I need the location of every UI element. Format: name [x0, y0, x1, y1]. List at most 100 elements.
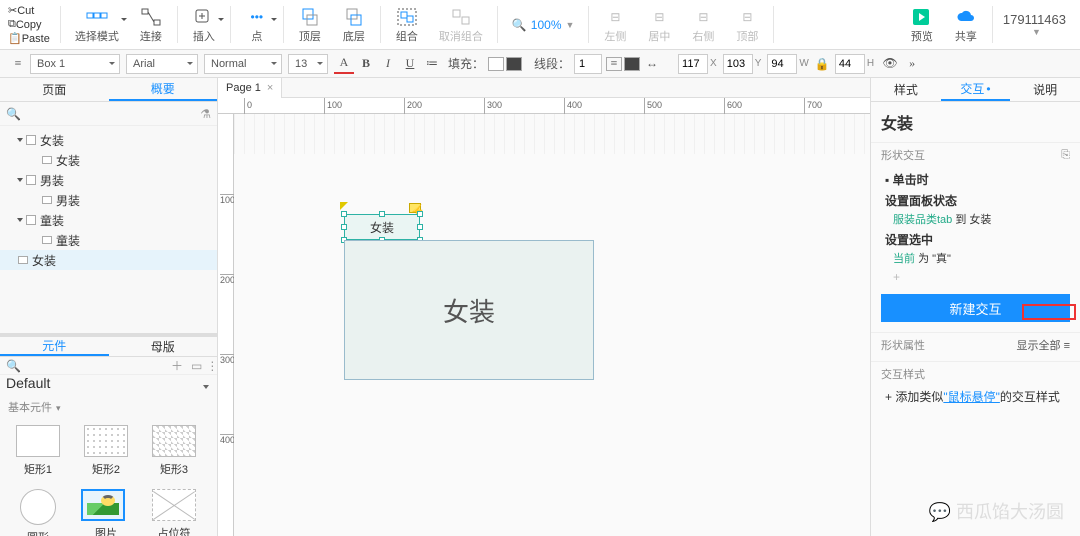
underline-icon[interactable]: U: [400, 54, 420, 74]
account[interactable]: 179111463▼: [997, 0, 1072, 49]
bullets-icon[interactable]: ≔: [422, 54, 442, 74]
tree-item-parent[interactable]: 女装: [0, 130, 217, 150]
connect-icon: [140, 7, 162, 27]
lib-dropdown[interactable]: Default: [0, 375, 217, 391]
tab-masters[interactable]: 母版: [109, 337, 218, 356]
filter-icon[interactable]: ⚗: [200, 107, 211, 121]
tree-item-parent[interactable]: 童装: [0, 210, 217, 230]
tree-item-child[interactable]: 童装: [0, 230, 217, 250]
line-style-icon[interactable]: ≡: [606, 57, 622, 71]
pos-y-input[interactable]: [723, 54, 753, 74]
copy-cmd[interactable]: ⧉ Copy: [8, 18, 50, 32]
preview[interactable]: 预览: [900, 0, 944, 49]
arrow-icon[interactable]: ↔: [642, 54, 662, 74]
widget-rect1[interactable]: 矩形1: [6, 425, 70, 477]
dynamic-panel[interactable]: 女装: [344, 240, 594, 380]
new-interaction-button[interactable]: 新建交互: [881, 294, 1070, 322]
bold-icon[interactable]: B: [356, 54, 376, 74]
size-w-input[interactable]: [767, 54, 797, 74]
widgets-search-input[interactable]: [25, 360, 167, 372]
style-drop-icon[interactable]: ≡: [8, 54, 28, 74]
canvas-body[interactable]: ⚡ 女装 女装: [234, 114, 870, 536]
ungroup[interactable]: 取消组合: [429, 0, 493, 49]
line-color-icon[interactable]: [624, 57, 640, 71]
page-tab[interactable]: Page 1×: [218, 78, 282, 98]
tab-widgets[interactable]: 元件: [0, 337, 109, 356]
align-top-icon: ⊟: [735, 6, 759, 28]
outline-search-input[interactable]: [25, 108, 200, 120]
event-name: ▪ 单击时: [885, 171, 1070, 188]
style-toolbar: ≡ Box 1 Arial Normal 13 A B I U ≔ 填充： 线段…: [0, 50, 1080, 78]
send-back[interactable]: 底层: [332, 0, 376, 49]
widget-image[interactable]: 图片: [74, 489, 138, 536]
ungroup-icon: [450, 7, 472, 27]
font-color-icon[interactable]: A: [334, 54, 354, 74]
tab-notes[interactable]: 说明: [1010, 78, 1080, 101]
fill-swatch[interactable]: [488, 57, 504, 71]
lib-menu-icon[interactable]: ⋮: [206, 359, 217, 373]
widget-category[interactable]: 基本元件: [0, 395, 217, 419]
zoom[interactable]: 🔍100%▼: [502, 0, 585, 49]
front-icon: [299, 7, 321, 27]
tree-item-child[interactable]: 男装: [0, 190, 217, 210]
tree-item-selected[interactable]: 女装: [0, 250, 217, 270]
align-center-icon: ⊟: [647, 6, 671, 28]
align-center[interactable]: ⊟居中: [637, 0, 681, 49]
widget-grid: 矩形1 矩形2 矩形3 圆形 图片 占位符: [0, 419, 217, 536]
line-width-input[interactable]: [574, 54, 602, 74]
visibility-icon[interactable]: 👁: [880, 54, 900, 74]
fill-color[interactable]: [506, 57, 522, 71]
canvas-area: Page 1× 0 100 200 300 400 500 600 700 10…: [218, 78, 870, 536]
dot[interactable]: •••点: [235, 0, 279, 49]
selected-widget[interactable]: 女装: [344, 214, 420, 240]
widget-placeholder[interactable]: 占位符: [142, 489, 206, 536]
action-set-selected: 设置选中: [885, 231, 1070, 248]
shape-selector[interactable]: Box 1: [30, 54, 120, 74]
left-pane: 页面 概要 🔍 ⚗ 女装 女装 男装 男装 童装 童装 女装 元件 母版 🔍: [0, 78, 218, 536]
widget-name-title[interactable]: 女装: [871, 102, 1080, 143]
size-selector[interactable]: 13: [288, 54, 328, 74]
align-left[interactable]: ⊟左侧: [593, 0, 637, 49]
widget-circle[interactable]: 圆形: [6, 489, 70, 536]
italic-icon[interactable]: I: [378, 54, 398, 74]
outline-tabs: 页面 概要: [0, 78, 217, 102]
search-icon: 🔍: [6, 107, 21, 121]
font-selector[interactable]: Arial: [126, 54, 198, 74]
fill-label: 填充：: [448, 55, 484, 72]
lock-ratio-icon[interactable]: 🔒: [815, 57, 829, 71]
select-mode[interactable]: 选择模式: [65, 0, 129, 49]
weight-selector[interactable]: Normal: [204, 54, 282, 74]
pos-x-input[interactable]: [678, 54, 708, 74]
tree-item-child[interactable]: 女装: [0, 150, 217, 170]
share[interactable]: 共享: [944, 0, 988, 49]
lib-folder-icon[interactable]: ▭: [191, 359, 202, 373]
marker-flag-icon: [340, 202, 348, 210]
interaction-case[interactable]: ▪ 单击时 设置面板状态 服装品类tab 到 女装 设置选中 当前 为 "真" …: [871, 167, 1080, 288]
widget-rect2[interactable]: 矩形2: [74, 425, 138, 477]
show-all-toggle[interactable]: 显示全部 ≡: [1017, 337, 1070, 353]
bring-front[interactable]: 顶层: [288, 0, 332, 49]
add-action-icon[interactable]: +: [893, 270, 1070, 284]
tab-outline[interactable]: 概要: [109, 78, 218, 101]
tree-item-parent[interactable]: 男装: [0, 170, 217, 190]
align-top[interactable]: ⊟顶部: [725, 0, 769, 49]
insert[interactable]: 插入: [182, 0, 226, 49]
add-lib-icon[interactable]: ＋: [171, 357, 183, 374]
cut-cmd[interactable]: ✂ Cut: [8, 4, 50, 18]
right-pane: 样式 交互• 说明 女装 形状交互⎘ ▪ 单击时 设置面板状态 服装品类tab …: [870, 78, 1080, 536]
group[interactable]: 组合: [385, 0, 429, 49]
add-inter-style[interactable]: + 添加类似"鼠标悬停"的交互样式: [871, 386, 1080, 407]
size-h-input[interactable]: [835, 54, 865, 74]
tab-style[interactable]: 样式: [871, 78, 941, 101]
more-icon[interactable]: »: [902, 54, 922, 74]
insert-icon: [193, 7, 215, 27]
close-icon[interactable]: ×: [267, 82, 273, 94]
widget-rect3[interactable]: 矩形3: [142, 425, 206, 477]
paste-cmd[interactable]: 📋 Paste: [8, 32, 50, 46]
tab-pages[interactable]: 页面: [0, 78, 109, 101]
section-action-icon[interactable]: ⎘: [1061, 149, 1070, 162]
align-right-icon: ⊟: [691, 6, 715, 28]
align-right[interactable]: ⊟右侧: [681, 0, 725, 49]
tab-interactions[interactable]: 交互•: [941, 78, 1011, 101]
connect[interactable]: 连接: [129, 0, 173, 49]
